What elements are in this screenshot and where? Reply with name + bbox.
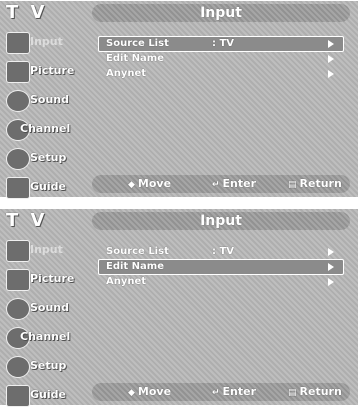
- menu-item-label: Edit Name: [106, 261, 164, 272]
- enter-hint: ↵ Enter: [212, 175, 256, 193]
- menu-title: Input: [200, 5, 242, 21]
- chevron-right-icon: [328, 40, 334, 48]
- sidebar-item-sound[interactable]: Sound: [0, 87, 82, 113]
- setup-icon: [6, 148, 30, 170]
- menu-item-anynet[interactable]: Anynet: [92, 67, 350, 81]
- sidebar-item-label: Input: [30, 35, 63, 48]
- menu-item-label: Edit Name: [106, 53, 164, 64]
- return-icon: ▤: [288, 388, 297, 398]
- return-hint: ▤ Return: [288, 175, 342, 193]
- menu-item-value: : TV: [212, 38, 235, 49]
- sidebar: Input Picture Sound Channel Setup Guide: [0, 29, 82, 203]
- menu-item-label: Anynet: [106, 276, 147, 287]
- sidebar-item-guide[interactable]: Guide: [0, 174, 82, 200]
- sidebar-item-label: Channel: [20, 122, 71, 135]
- menu-item-label: Source List: [106, 246, 169, 257]
- menu-item-anynet[interactable]: Anynet: [92, 275, 350, 289]
- osd-screen-1: T V Input Input Picture Sound Channel Se…: [0, 0, 358, 199]
- sidebar-item-channel[interactable]: Channel: [0, 324, 82, 350]
- sidebar-item-label: Setup: [30, 151, 67, 164]
- sound-icon: [6, 90, 30, 112]
- enter-icon: ↵: [212, 180, 220, 190]
- chevron-right-icon: [328, 263, 334, 271]
- sidebar-item-label: Guide: [30, 180, 66, 193]
- move-icon: ◆: [128, 180, 135, 190]
- sidebar-item-input[interactable]: Input: [0, 237, 82, 263]
- picture-icon: [6, 269, 30, 291]
- input-menu: Source List : TV Edit Name Anynet: [92, 36, 350, 82]
- footer-hints: ◆ Move ↵ Enter ▤ Return: [92, 175, 350, 193]
- move-icon: ◆: [128, 388, 135, 398]
- sidebar: Input Picture Sound Channel Setup Guide: [0, 237, 82, 411]
- title-bar: Input: [92, 212, 350, 230]
- return-hint-label: Return: [299, 385, 342, 398]
- sidebar-item-label: Setup: [30, 359, 67, 372]
- tv-label: T V: [6, 2, 48, 23]
- tv-label: T V: [6, 210, 48, 231]
- menu-item-source-list[interactable]: Source List : TV: [92, 36, 350, 52]
- return-hint-label: Return: [299, 177, 342, 190]
- return-icon: ▤: [288, 180, 297, 190]
- sidebar-item-setup[interactable]: Setup: [0, 145, 82, 171]
- move-hint: ◆ Move: [128, 383, 171, 401]
- move-hint: ◆ Move: [128, 175, 171, 193]
- menu-item-edit-name[interactable]: Edit Name: [92, 259, 350, 275]
- sidebar-item-label: Picture: [30, 64, 75, 77]
- sidebar-item-picture[interactable]: Picture: [0, 58, 82, 84]
- enter-icon: ↵: [212, 388, 220, 398]
- input-icon: [6, 240, 30, 262]
- sidebar-item-channel[interactable]: Channel: [0, 116, 82, 142]
- sidebar-item-sound[interactable]: Sound: [0, 295, 82, 321]
- footer-hints: ◆ Move ↵ Enter ▤ Return: [92, 383, 350, 401]
- sidebar-item-setup[interactable]: Setup: [0, 353, 82, 379]
- sound-icon: [6, 298, 30, 320]
- move-hint-label: Move: [137, 385, 172, 398]
- picture-icon: [6, 61, 30, 83]
- menu-item-value: : TV: [212, 246, 235, 257]
- enter-hint-label: Enter: [222, 385, 257, 398]
- sidebar-item-label: Channel: [20, 330, 71, 343]
- menu-item-label: Anynet: [106, 68, 147, 79]
- input-menu: Source List : TV Edit Name Anynet: [92, 245, 350, 290]
- title-bar: Input: [92, 4, 350, 22]
- enter-hint: ↵ Enter: [212, 383, 256, 401]
- osd-screen-2: T V Input Input Picture Sound Channel Se…: [0, 208, 358, 407]
- guide-icon: [6, 177, 30, 199]
- osd-header: T V Input: [0, 209, 358, 233]
- sidebar-item-picture[interactable]: Picture: [0, 266, 82, 292]
- move-hint-label: Move: [137, 177, 172, 190]
- sidebar-item-input[interactable]: Input: [0, 29, 82, 55]
- menu-item-label: Source List: [106, 38, 169, 49]
- sidebar-item-label: Guide: [30, 388, 66, 401]
- chevron-right-icon: [328, 278, 334, 286]
- menu-item-edit-name[interactable]: Edit Name: [92, 52, 350, 66]
- chevron-right-icon: [328, 55, 334, 63]
- sidebar-item-label: Sound: [30, 301, 70, 314]
- osd-header: T V Input: [0, 1, 358, 25]
- sidebar-item-guide[interactable]: Guide: [0, 382, 82, 408]
- sidebar-item-label: Sound: [30, 93, 70, 106]
- menu-item-source-list[interactable]: Source List : TV: [92, 245, 350, 259]
- chevron-right-icon: [328, 70, 334, 78]
- menu-title: Input: [200, 213, 242, 229]
- setup-icon: [6, 356, 30, 378]
- return-hint: ▤ Return: [288, 383, 342, 401]
- chevron-right-icon: [328, 248, 334, 256]
- sidebar-item-label: Picture: [30, 272, 75, 285]
- enter-hint-label: Enter: [222, 177, 257, 190]
- input-icon: [6, 32, 30, 54]
- sidebar-item-label: Input: [30, 243, 63, 256]
